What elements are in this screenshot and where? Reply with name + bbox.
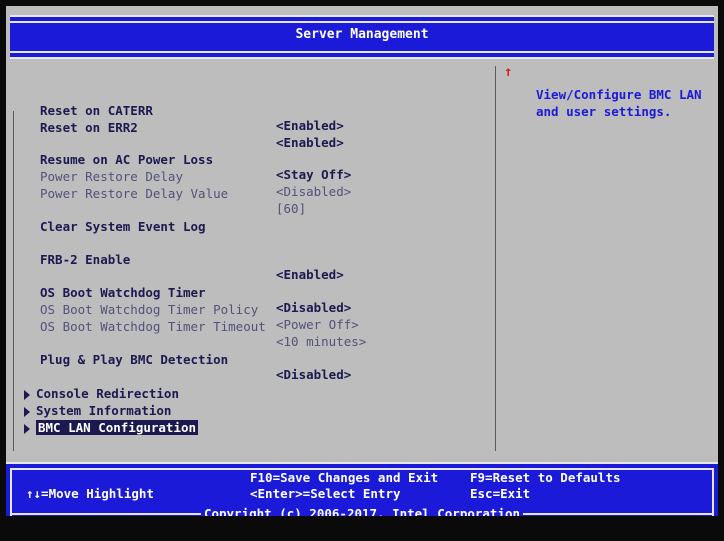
submenu-console-redirection[interactable]: Console Redirection bbox=[24, 386, 179, 401]
submenu-arrow-icon bbox=[24, 406, 30, 417]
setting-label: OS Boot Watchdog Timer bbox=[40, 285, 206, 300]
footer-bar: ↑↓=Move Highlight F10=Save Changes and E… bbox=[6, 462, 718, 521]
scroll-up-icon: ↑ bbox=[504, 64, 513, 80]
footer-save-exit: F10=Save Changes and Exit bbox=[250, 470, 439, 485]
setting-value: <Disabled> bbox=[276, 184, 352, 199]
setting-value: <10 minutes> bbox=[276, 334, 367, 349]
help-text: View/Configure BMC LAN and user settings… bbox=[536, 87, 702, 119]
setting-label: Resume on AC Power Loss bbox=[40, 152, 214, 167]
footer-reset-defaults: F9=Reset to Defaults bbox=[470, 470, 621, 485]
footer-esc-exit: Esc=Exit bbox=[470, 486, 531, 501]
setting-label[interactable]: Clear System Event Log bbox=[40, 219, 206, 234]
setting-label: Reset on ERR2 bbox=[40, 120, 138, 135]
submenu-arrow-icon bbox=[24, 389, 30, 400]
setting-value[interactable]: <Stay Off> bbox=[276, 167, 351, 182]
setting-label: FRB-2 Enable bbox=[40, 252, 131, 267]
bios-frame: Server Management Reset on CATERR <Enabl… bbox=[6, 6, 718, 539]
setting-label: Power Restore Delay bbox=[40, 169, 183, 184]
setting-value: <Power Off> bbox=[276, 317, 359, 332]
title-bar: Server Management bbox=[10, 15, 714, 59]
submenu-label: System Information bbox=[36, 403, 172, 418]
setting-value[interactable]: <Disabled> bbox=[276, 300, 351, 315]
setting-label: Power Restore Delay Value bbox=[40, 186, 229, 201]
help-divider bbox=[495, 66, 496, 451]
setting-value[interactable]: <Disabled> bbox=[276, 367, 351, 382]
bottom-strip bbox=[6, 516, 718, 539]
submenu-system-information[interactable]: System Information bbox=[24, 403, 171, 418]
footer-select-entry: <Enter>=Select Entry bbox=[250, 486, 401, 501]
setting-value[interactable]: <Enabled> bbox=[276, 118, 344, 133]
setting-label: OS Boot Watchdog Timer Policy bbox=[40, 302, 259, 317]
setting-label: OS Boot Watchdog Timer Timeout bbox=[40, 319, 266, 334]
setting-label: Plug & Play BMC Detection bbox=[40, 352, 229, 367]
footer-move-highlight: ↑↓=Move Highlight bbox=[26, 486, 154, 501]
setting-label: Reset on CATERR bbox=[40, 103, 153, 118]
submenu-bmc-lan-configuration[interactable]: BMC LAN Configuration bbox=[24, 420, 199, 435]
submenu-arrow-icon bbox=[24, 423, 30, 434]
submenu-label: Console Redirection bbox=[36, 386, 179, 401]
setting-value[interactable]: <Enabled> bbox=[276, 135, 344, 150]
setting-value: [60] bbox=[276, 201, 307, 216]
submenu-label: BMC LAN Configuration bbox=[36, 420, 199, 435]
page-title: Server Management bbox=[295, 27, 429, 42]
setting-value[interactable]: <Enabled> bbox=[276, 267, 344, 282]
